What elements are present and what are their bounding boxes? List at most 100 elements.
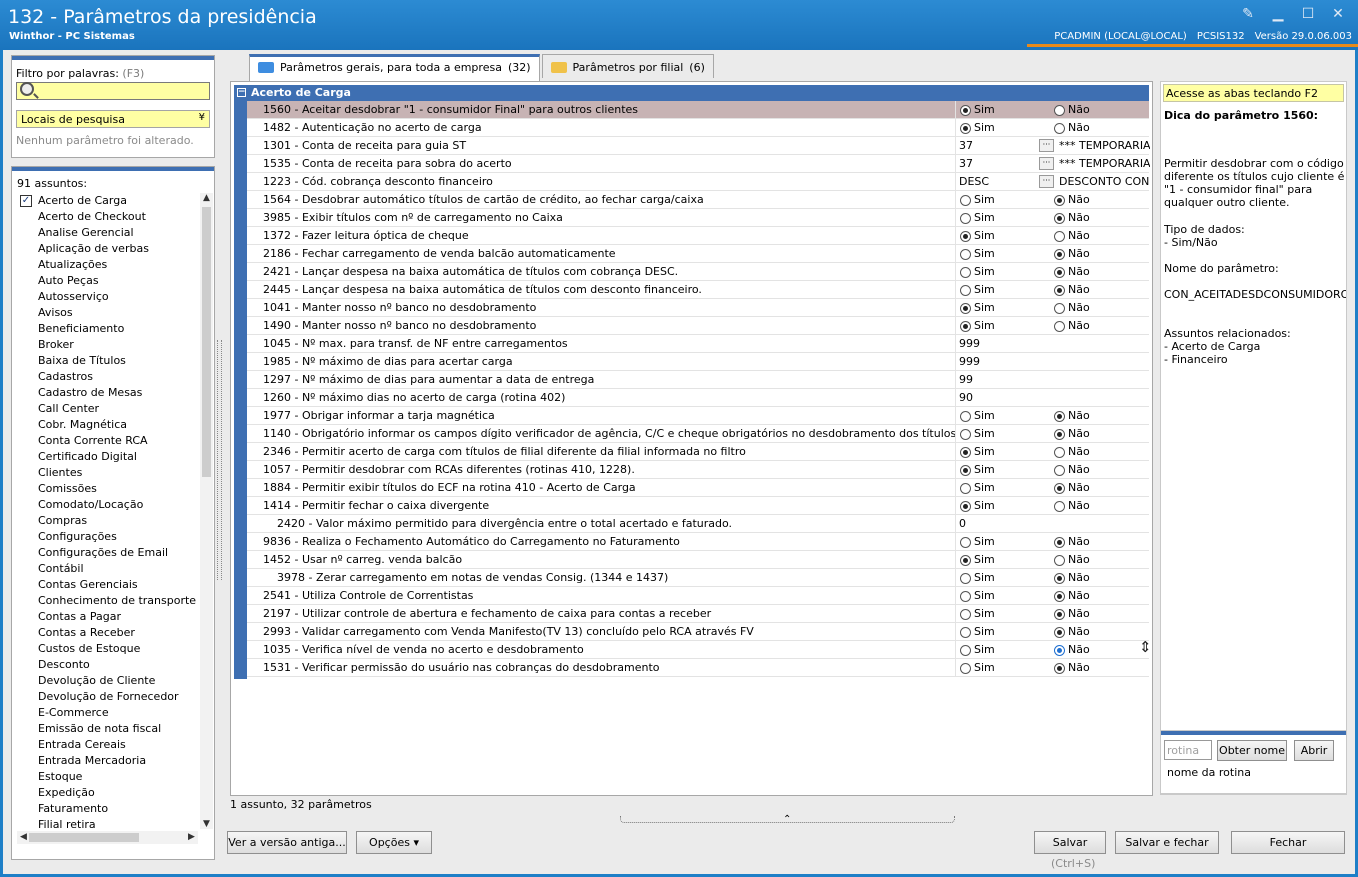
radio-yes[interactable]: Sim <box>960 101 995 119</box>
radio-yes[interactable]: Sim <box>960 407 995 425</box>
radio-icon[interactable] <box>960 266 971 278</box>
parameter-row[interactable]: 1414 - Permitir fechar o caixa divergent… <box>247 497 1149 515</box>
radio-icon[interactable] <box>1054 320 1065 332</box>
parameter-value-cell[interactable]: Sim Não <box>955 425 1149 443</box>
minimize-icon[interactable]: ▁ <box>1270 6 1286 22</box>
parameter-value-cell[interactable]: Sim Não <box>955 605 1149 623</box>
subject-item[interactable]: Entrada Cereais <box>17 737 198 753</box>
chevron-up-icon[interactable]: ⌃ <box>783 814 791 825</box>
radio-icon[interactable] <box>1054 482 1065 494</box>
parameter-value-cell[interactable]: DESC ··· DESCONTO CONCEDIDO <box>955 173 1150 191</box>
radio-icon[interactable] <box>960 104 971 116</box>
close-icon[interactable]: ✕ <box>1330 6 1346 22</box>
parameter-value-cell[interactable]: Sim Não <box>955 407 1149 425</box>
radio-no[interactable]: Não <box>1054 407 1090 425</box>
parameter-value-cell[interactable]: 99 <box>955 371 1149 389</box>
subject-item[interactable]: Conta Corrente RCA <box>17 433 198 449</box>
radio-icon[interactable] <box>1054 464 1065 476</box>
subject-item[interactable]: Configurações de Email <box>17 545 198 561</box>
radio-icon[interactable] <box>1054 500 1065 512</box>
radio-no[interactable]: Não <box>1054 659 1090 677</box>
subject-item[interactable]: Devolução de Fornecedor <box>17 689 198 705</box>
close-button[interactable]: Fechar <box>1231 831 1345 854</box>
parameter-value-cell[interactable]: Sim Não <box>955 497 1149 515</box>
get-name-button[interactable]: Obter nome <box>1217 740 1287 761</box>
parameter-row[interactable]: 1035 - Verifica nível de venda no acerto… <box>247 641 1149 659</box>
parameter-value[interactable]: 99 <box>959 371 973 389</box>
parameter-row[interactable]: 2186 - Fechar carregamento de venda balc… <box>247 245 1149 263</box>
radio-yes[interactable]: Sim <box>960 461 995 479</box>
subject-item[interactable]: Desconto <box>17 657 198 673</box>
parameter-row[interactable]: 2421 - Lançar despesa na baixa automátic… <box>247 263 1149 281</box>
radio-icon[interactable] <box>1054 626 1065 638</box>
radio-no[interactable]: Não <box>1054 605 1090 623</box>
parameter-row[interactable]: 1560 - Aceitar desdobrar "1 - consumidor… <box>247 101 1149 119</box>
radio-yes[interactable]: Sim <box>960 245 995 263</box>
radio-icon[interactable] <box>960 212 971 224</box>
parameter-row[interactable]: 1372 - Fazer leitura óptica de cheque Sim… <box>247 227 1149 245</box>
parameter-row[interactable]: 2420 - Valor máximo permitido para diver… <box>247 515 1149 533</box>
radio-icon[interactable] <box>960 662 971 674</box>
group-header[interactable]: − Acerto de Carga <box>234 85 1149 101</box>
radio-icon[interactable] <box>960 320 971 332</box>
subject-item[interactable]: Faturamento <box>17 801 198 817</box>
collapse-icon[interactable]: − <box>237 88 246 97</box>
parameter-row[interactable]: 1985 - Nº máximo de dias para acertar ca… <box>247 353 1149 371</box>
radio-yes[interactable]: Sim <box>960 551 995 569</box>
parameter-row[interactable]: 1297 - Nº máximo de dias para aumentar a… <box>247 371 1149 389</box>
subject-item[interactable]: Compras <box>17 513 198 529</box>
parameter-row[interactable]: 2197 - Utilizar controle de abertura e f… <box>247 605 1149 623</box>
parameter-value-cell[interactable]: Sim Não <box>955 641 1149 659</box>
parameter-value-cell[interactable]: Sim Não <box>955 227 1149 245</box>
radio-icon[interactable] <box>960 536 971 548</box>
parameter-row[interactable]: 1535 - Conta de receita para sobra do ac… <box>247 155 1150 173</box>
parameter-value-cell[interactable]: Sim Não <box>955 101 1149 119</box>
maximize-icon[interactable]: ☐ <box>1300 6 1316 22</box>
scroll-down-icon[interactable]: ▼ <box>200 819 213 829</box>
parameter-value[interactable]: 0 <box>959 515 966 533</box>
parameter-value-cell[interactable]: Sim Não <box>955 119 1149 137</box>
radio-icon[interactable] <box>960 194 971 206</box>
radio-icon[interactable] <box>1054 410 1065 422</box>
parameter-value-cell[interactable]: Sim Não <box>955 479 1149 497</box>
radio-no[interactable]: Não <box>1054 209 1090 227</box>
subject-item[interactable]: Contábil <box>17 561 198 577</box>
radio-yes[interactable]: Sim <box>960 497 995 515</box>
subject-item[interactable]: Estoque <box>17 769 198 785</box>
parameter-row[interactable]: 1452 - Usar nº carreg. venda balcão Sim Nã… <box>247 551 1149 569</box>
parameter-row[interactable]: 1140 - Obrigatório informar os campos dí… <box>247 425 1149 443</box>
radio-icon[interactable] <box>1054 608 1065 620</box>
radio-yes[interactable]: Sim <box>960 659 995 677</box>
radio-icon[interactable] <box>1054 248 1065 260</box>
radio-no[interactable]: Não <box>1054 551 1090 569</box>
options-button[interactable]: Opções ▾ <box>356 831 432 854</box>
subject-item[interactable]: Contas a Receber <box>17 625 198 641</box>
subject-item[interactable]: Acerto de Checkout <box>17 209 198 225</box>
tab-general-params[interactable]: Parâmetros gerais, para toda a empresa (… <box>249 54 540 81</box>
scroll-thumb[interactable] <box>29 833 139 842</box>
radio-no[interactable]: Não <box>1054 479 1090 497</box>
subject-item[interactable]: Avisos <box>17 305 198 321</box>
radio-icon[interactable] <box>1054 104 1065 116</box>
parameter-row[interactable]: 2445 - Lançar despesa na baixa automátic… <box>247 281 1149 299</box>
radio-no[interactable]: Não <box>1054 119 1090 137</box>
radio-icon[interactable] <box>960 446 971 458</box>
scroll-up-icon[interactable]: ▲ <box>200 193 213 203</box>
radio-no[interactable]: Não <box>1054 623 1090 641</box>
parameter-value-cell[interactable]: Sim Não <box>955 551 1149 569</box>
radio-icon[interactable] <box>960 410 971 422</box>
radio-yes[interactable]: Sim <box>960 299 995 317</box>
radio-icon[interactable] <box>1054 302 1065 314</box>
subject-item[interactable]: Aplicação de verbas <box>17 241 198 257</box>
radio-no[interactable]: Não <box>1054 101 1090 119</box>
radio-icon[interactable] <box>960 122 971 134</box>
subject-item[interactable]: Baixa de Títulos <box>17 353 198 369</box>
radio-yes[interactable]: Sim <box>960 425 995 443</box>
radio-icon[interactable] <box>1054 230 1065 242</box>
radio-yes[interactable]: Sim <box>960 317 995 335</box>
parameter-value-cell[interactable]: Sim Não <box>955 659 1149 677</box>
subject-item[interactable]: Conhecimento de transporte eletrônico <box>17 593 198 609</box>
radio-icon[interactable] <box>960 284 971 296</box>
subject-item[interactable]: Auto Peças <box>17 273 198 289</box>
radio-yes[interactable]: Sim <box>960 227 995 245</box>
